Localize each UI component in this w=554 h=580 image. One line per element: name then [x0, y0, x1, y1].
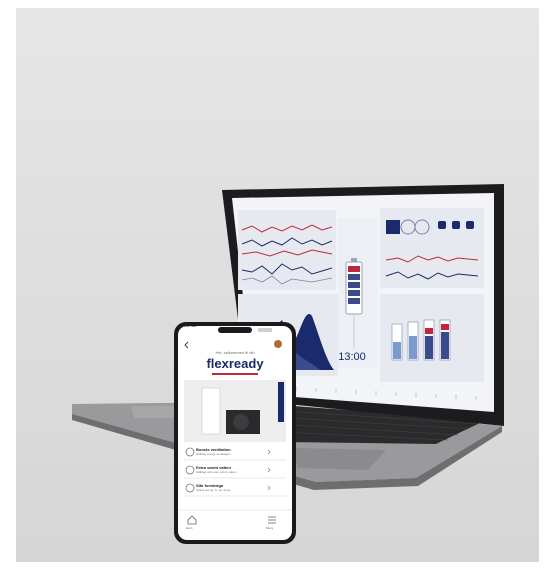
brand-logo: flexready	[206, 356, 264, 371]
avatar-icon	[274, 340, 282, 348]
weather-icon-2	[452, 221, 460, 229]
nav-menu-label[interactable]: Meny	[266, 526, 273, 530]
list-item-subtitle: Hälldag vatn som varmt vatten	[196, 470, 237, 474]
mode-active-icon	[386, 220, 400, 234]
weather-icon-3	[466, 221, 474, 229]
nav-home-label[interactable]: Hem	[186, 526, 192, 530]
phone-time: 09:12	[184, 323, 197, 329]
brand-underline	[212, 373, 258, 375]
list-item-subtitle: Spara energi, fx. str. fruite	[196, 488, 231, 492]
laptop-clock: 13:00	[338, 351, 366, 363]
list-item-subtitle: Hälldag energi ventilasjon	[196, 452, 231, 456]
phone-notch	[218, 327, 252, 333]
indoor-unit	[201, 387, 221, 435]
photo-frame: 13:00 09:12 Hei, velkommen til din flexr…	[0, 0, 554, 580]
studio-backdrop: 13:00 09:12 Hei, velkommen til din flexr…	[16, 8, 539, 562]
device-illustration: 13:00	[72, 184, 504, 544]
status-icons	[258, 328, 272, 332]
phone-greeting: Hei, velkommen til din	[215, 350, 255, 355]
card-accent	[278, 382, 284, 422]
weather-icon-1	[438, 221, 446, 229]
